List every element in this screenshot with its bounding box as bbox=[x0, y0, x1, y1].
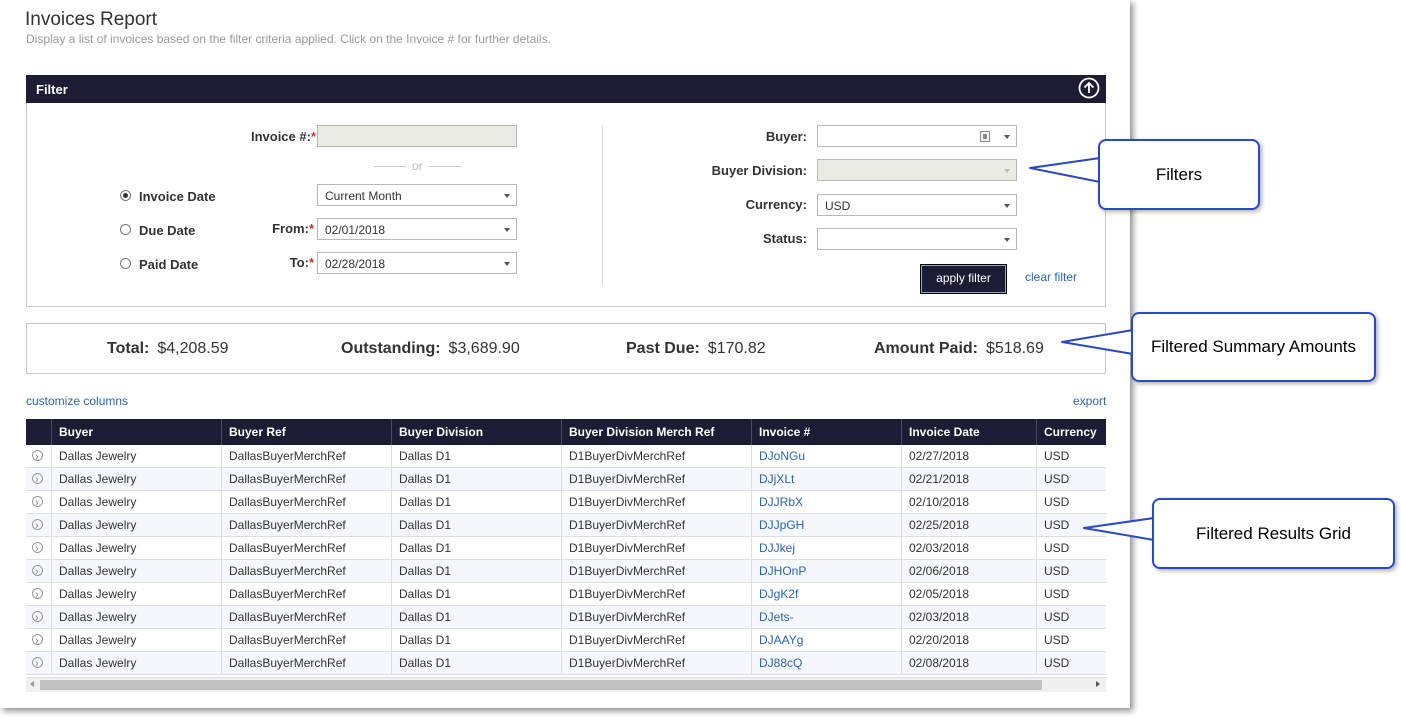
callout-grid: Filtered Results Grid bbox=[1152, 498, 1395, 569]
callout-filters: Filters bbox=[1098, 139, 1260, 210]
callout-summary: Filtered Summary Amounts bbox=[1131, 312, 1376, 382]
